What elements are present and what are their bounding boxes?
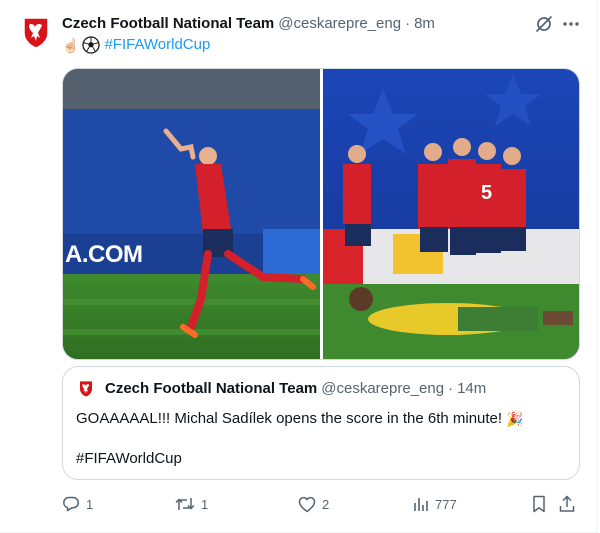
quoted-author-avatar — [76, 378, 96, 398]
czech-crest-icon — [23, 17, 49, 49]
author-handle[interactable]: @ceskarepre_eng — [278, 14, 401, 34]
media-photo-celebration[interactable]: A.COM — [63, 69, 320, 359]
author-avatar[interactable] — [16, 12, 56, 52]
more-icon — [563, 22, 579, 26]
tweet-action-bar: 1 1 2 777 — [62, 494, 582, 514]
bookmark-icon — [533, 495, 545, 513]
pointing-up-emoji: ☝🏻 — [62, 37, 80, 53]
tweet-text: ☝🏻 #FIFAWorldCup — [62, 35, 210, 55]
grok-button[interactable] — [533, 13, 555, 35]
tweet-media: A.COM 5 — [62, 68, 580, 360]
grok-icon — [536, 16, 552, 32]
repost-icon — [175, 498, 195, 510]
reply-icon — [63, 496, 79, 512]
photo-celebration-image — [63, 69, 320, 359]
quoted-tweet-hashtag: #FIFAWorldCup — [76, 450, 182, 467]
quoted-tweet-text: GOAAAAAL!!! Michal Sadílek opens the sco… — [76, 409, 524, 429]
tweet-timestamp[interactable]: 8m — [414, 14, 435, 34]
quoted-tweet-timestamp: 14m — [457, 380, 487, 397]
repost-button[interactable]: 1 — [175, 494, 208, 514]
share-icon — [559, 495, 575, 512]
bookmark-button[interactable] — [531, 494, 547, 514]
svg-text:5: 5 — [481, 182, 492, 204]
quoted-tweet[interactable]: Czech Football National Team @ceskarepre… — [62, 366, 580, 480]
quoted-tweet-header: Czech Football National Team @ceskarepre… — [105, 379, 486, 399]
more-button[interactable] — [560, 13, 582, 35]
czech-crest-icon — [79, 380, 93, 397]
author-name[interactable]: Czech Football National Team — [62, 14, 274, 34]
view-count: 777 — [435, 496, 457, 512]
views-icon — [414, 498, 428, 511]
heart-icon — [298, 496, 316, 512]
advertising-board-text: A.COM — [65, 241, 143, 268]
media-photo-team-hug[interactable]: 5 — [323, 69, 579, 359]
header-separator: · — [405, 15, 411, 32]
views-button[interactable]: 777 — [413, 494, 457, 514]
share-button[interactable] — [559, 494, 575, 514]
timeline-border-right — [597, 0, 598, 533]
hashtag-link[interactable]: #FIFAWorldCup — [104, 35, 210, 55]
photo-team-hug-image: 5 — [323, 69, 579, 359]
reply-button[interactable]: 1 — [62, 494, 93, 514]
like-button[interactable]: 2 — [298, 494, 329, 514]
quoted-header-separator: · — [448, 380, 454, 397]
soccer-ball-icon — [82, 36, 101, 54]
repost-count: 1 — [201, 496, 209, 512]
quoted-author-name: Czech Football National Team — [105, 380, 318, 397]
reply-count: 1 — [86, 496, 94, 512]
quoted-tweet-body: GOAAAAAL!!! Michal Sadílek opens the sco… — [76, 410, 503, 427]
quoted-author-handle: @ceskarepre_eng — [321, 380, 445, 397]
tweet-header: Czech Football National Team @ceskarepre… — [62, 14, 435, 34]
like-count: 2 — [322, 496, 330, 512]
party-popper-emoji: 🎉 — [506, 411, 524, 427]
